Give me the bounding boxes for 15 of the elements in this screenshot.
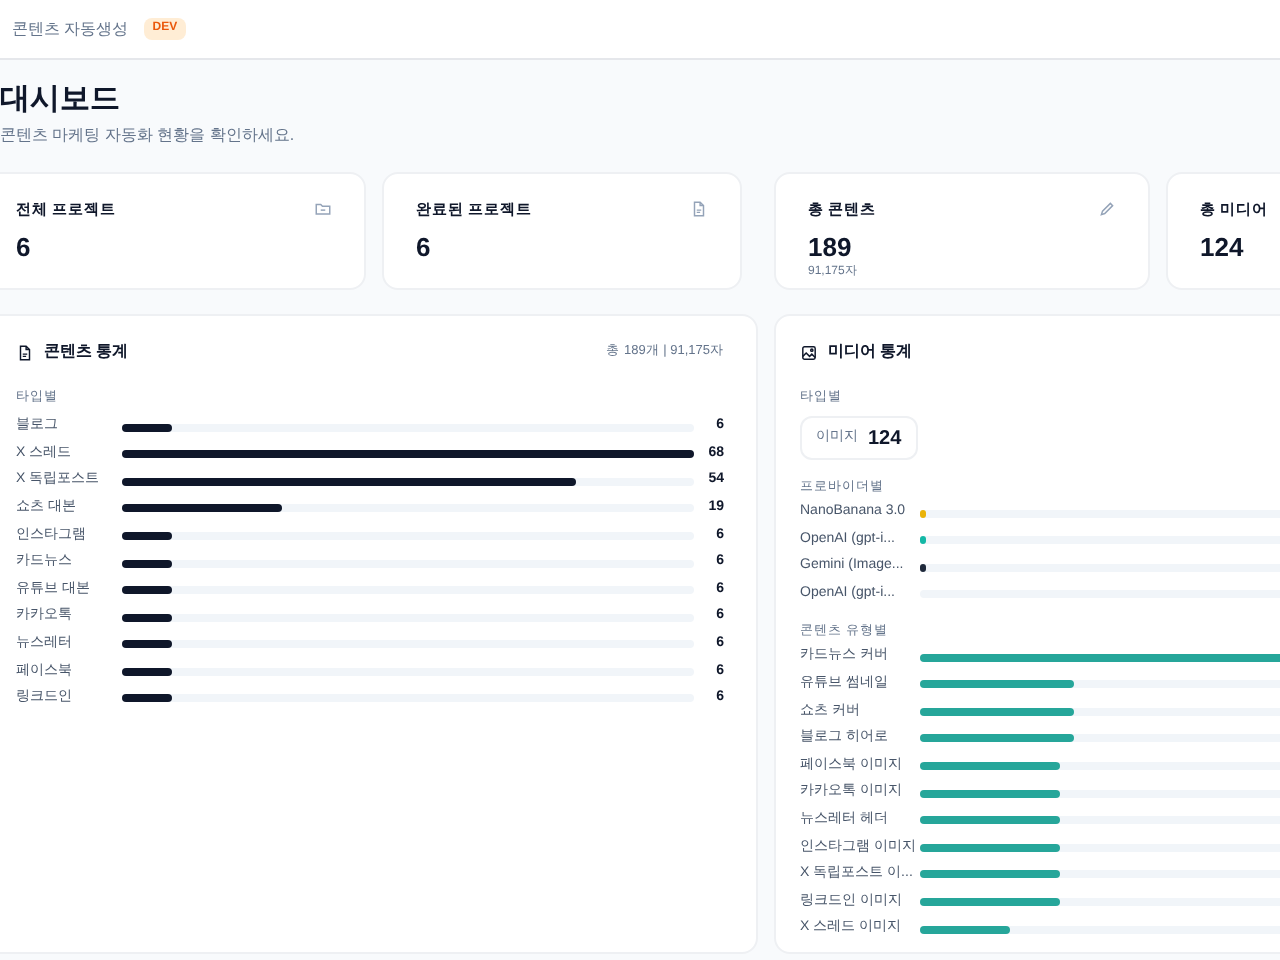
panel-title: 미디어 통계 xyxy=(828,340,913,364)
page-title: 대시보드 xyxy=(0,80,122,120)
card-value: 6 xyxy=(16,232,33,265)
card-value: 6 xyxy=(416,232,433,265)
page-subtitle: 콘텐츠 마케팅 자동화 현황을 확인하세요. xyxy=(0,124,297,148)
document-icon xyxy=(16,343,34,361)
media-type-count: 124 xyxy=(868,425,902,453)
folder-icon xyxy=(314,200,332,219)
image-icon xyxy=(800,343,818,361)
card-value: 189 xyxy=(808,232,854,265)
document-icon xyxy=(690,200,708,219)
card-value: 124 xyxy=(1200,232,1246,265)
panel-title: 콘텐츠 통계 xyxy=(44,340,129,364)
pencil-icon xyxy=(1098,200,1116,219)
app-name: 콘텐츠 자동생성 xyxy=(12,17,129,41)
